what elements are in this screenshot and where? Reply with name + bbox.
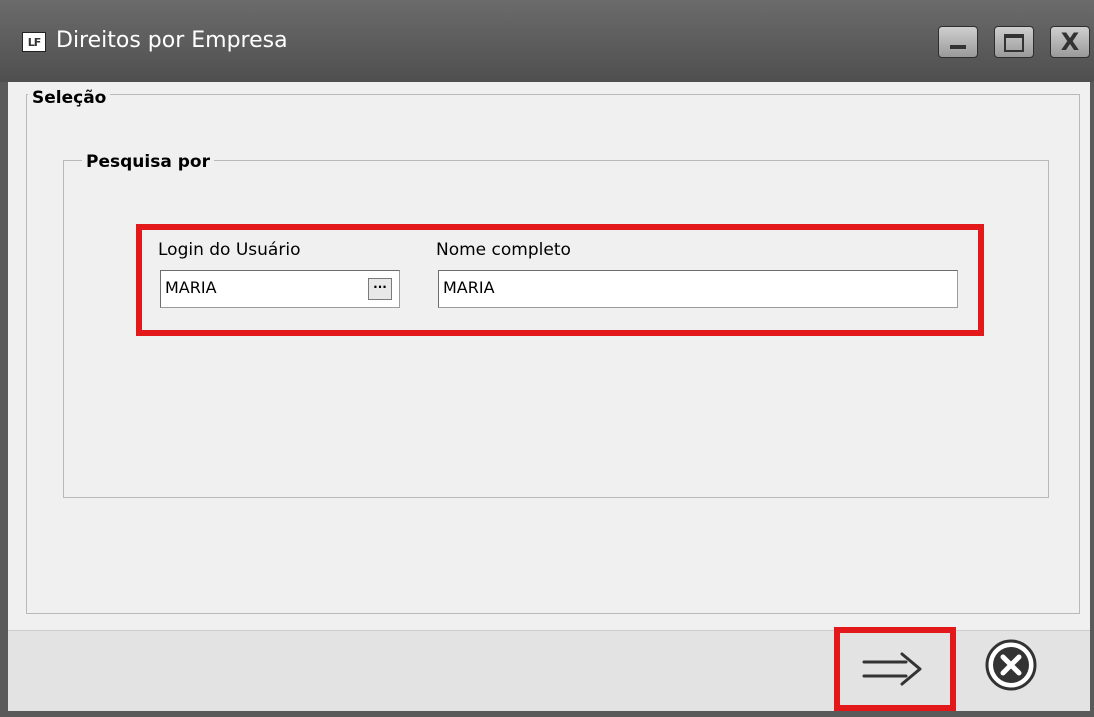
title-bar[interactable]: LF Direitos por Empresa X — [0, 0, 1094, 82]
close-window-button[interactable]: X — [1050, 26, 1090, 58]
cancel-button[interactable] — [982, 636, 1040, 694]
maximize-button[interactable] — [994, 26, 1034, 58]
app-logo-icon: LF — [22, 32, 46, 52]
selecao-title: Seleção — [28, 88, 111, 108]
pesquisa-title: Pesquisa por — [82, 152, 214, 172]
fields-highlight-box — [136, 224, 984, 336]
window-title: Direitos por Empresa — [56, 28, 288, 53]
dialog-body: Seleção Pesquisa por Login do Usuário MA… — [8, 82, 1090, 711]
minimize-button[interactable] — [938, 26, 978, 58]
application-window: LF Direitos por Empresa X Seleção Pesqui… — [0, 0, 1094, 717]
close-icon: X — [1060, 28, 1080, 56]
next-highlight-box — [834, 627, 956, 711]
cancel-circle-icon — [985, 639, 1037, 691]
